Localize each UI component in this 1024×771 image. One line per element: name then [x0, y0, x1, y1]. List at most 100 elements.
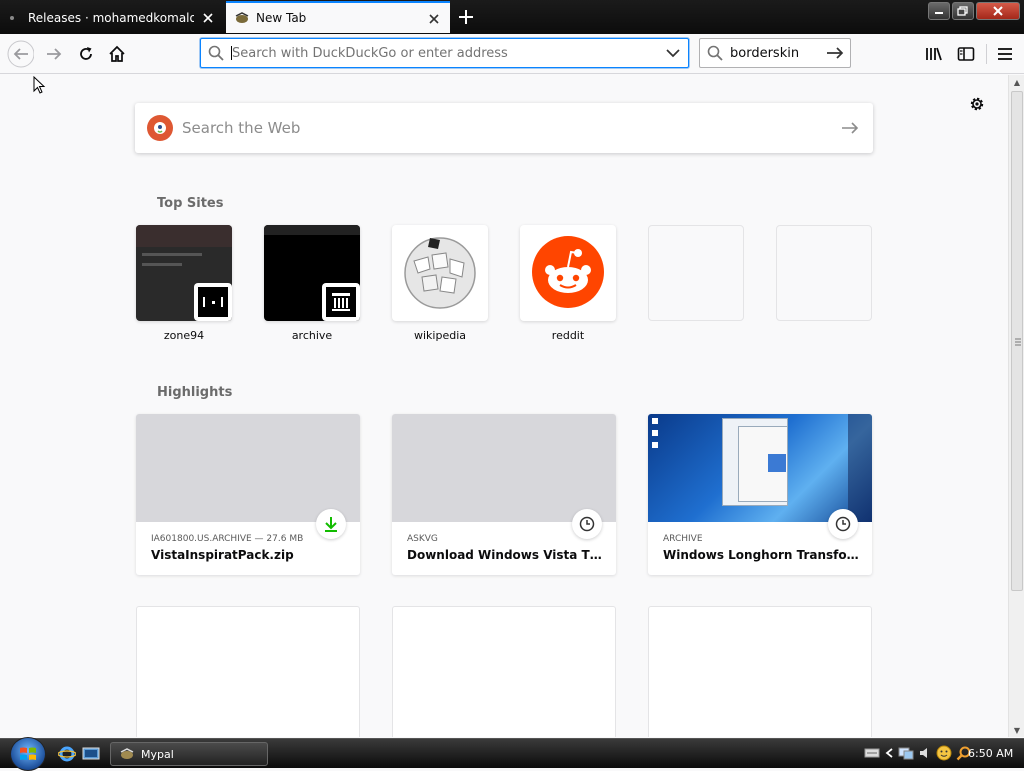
search-icon: [208, 45, 224, 61]
search-bar[interactable]: borderskin: [699, 38, 851, 68]
keyboard-icon[interactable]: [864, 747, 880, 759]
back-arrow-icon: [7, 40, 34, 68]
empty-highlight-slot: [392, 606, 616, 737]
windows-logo-icon: [20, 747, 36, 760]
highlight-source: ASKVG: [407, 534, 438, 544]
search-submit-arrow-icon[interactable]: [841, 121, 859, 135]
internet-explorer-icon[interactable]: [57, 746, 77, 762]
menu-button[interactable]: [991, 40, 1019, 68]
mypal-app-icon: [119, 746, 135, 762]
highlight-preview: [648, 414, 872, 522]
top-site-wikipedia[interactable]: wikipedia: [392, 225, 488, 342]
highlight-card[interactable]: ARCHIVE Windows Longhorn Transformat...: [648, 414, 872, 575]
new-tab-page: Search the Web Top Sites zone94 archive: [0, 75, 1008, 737]
tab-new-tab[interactable]: New Tab: [226, 1, 450, 33]
maximize-button[interactable]: [952, 2, 974, 20]
scroll-up-icon[interactable]: ▲: [1009, 75, 1024, 89]
close-icon: [993, 6, 1003, 16]
top-site-thumbnail: [520, 225, 616, 321]
empty-top-site-slot: [648, 225, 744, 321]
hamburger-menu-icon: [998, 48, 1012, 60]
top-site-label: wikipedia: [413, 329, 466, 342]
top-site-label: archive: [291, 329, 333, 342]
web-search-box[interactable]: Search the Web: [135, 103, 873, 153]
pong-site-icon: [194, 283, 232, 321]
back-button[interactable]: [6, 40, 34, 68]
top-site-empty[interactable]: [648, 225, 744, 321]
web-search-placeholder: Search the Web: [182, 119, 301, 137]
library-icon: [926, 47, 942, 61]
navigation-toolbar: Search with DuckDuckGo or enter address …: [0, 34, 1024, 74]
history-icon: [572, 509, 602, 539]
search-value: borderskin: [730, 45, 800, 61]
forward-button[interactable]: [40, 40, 68, 68]
highlights-heading: Highlights: [157, 385, 233, 400]
address-placeholder: Search with DuckDuckGo or enter address: [232, 45, 508, 61]
mypal-favicon-icon: [234, 10, 250, 26]
mouse-pointer-icon: [33, 76, 46, 94]
close-window-button[interactable]: [976, 2, 1020, 20]
tab-title: Releases · mohamedkomalo/Bordersk: [28, 11, 194, 25]
library-button[interactable]: [920, 40, 948, 68]
empty-highlight-slot: [136, 606, 360, 737]
archive-temple-icon: [322, 283, 360, 321]
chevron-down-icon[interactable]: [666, 48, 680, 58]
loading-dot-icon: [10, 16, 14, 20]
empty-highlight-slot: [648, 606, 872, 737]
start-button[interactable]: [10, 737, 46, 771]
reddit-alien-icon: [532, 236, 604, 308]
highlight-title: Download Windows Vista Them...: [407, 548, 603, 562]
top-site-label: reddit: [551, 329, 585, 342]
smiley-icon[interactable]: [936, 745, 952, 761]
highlight-preview: [136, 414, 360, 522]
plus-icon: [459, 10, 473, 24]
sidebar-icon: [957, 47, 975, 61]
new-tab-button[interactable]: [452, 4, 480, 30]
top-site-thumbnail: [136, 225, 232, 321]
top-site-label: zone94: [163, 329, 205, 342]
tab-releases[interactable]: Releases · mohamedkomalo/Bordersk: [0, 2, 224, 34]
tab-strip: Releases · mohamedkomalo/Bordersk New Ta…: [0, 0, 1024, 34]
top-site-archive[interactable]: archive: [264, 225, 360, 342]
reload-button[interactable]: [72, 40, 100, 68]
home-icon: [109, 45, 125, 62]
scroll-down-icon[interactable]: ▼: [1009, 723, 1024, 737]
download-icon: [316, 509, 346, 539]
network-icon[interactable]: [898, 746, 914, 760]
top-site-reddit[interactable]: reddit: [520, 225, 616, 342]
top-site-empty[interactable]: [776, 225, 872, 321]
volume-icon[interactable]: [918, 746, 932, 760]
close-tab-icon[interactable]: [200, 10, 216, 26]
go-arrow-icon[interactable]: [826, 46, 844, 60]
minimize-button[interactable]: [928, 2, 950, 20]
top-site-zone94[interactable]: zone94: [136, 225, 232, 342]
highlight-card[interactable]: ASKVG Download Windows Vista Them...: [392, 414, 616, 575]
highlight-card[interactable]: IA601800.US.ARCHIVE — 27.6 MB VistaInspi…: [136, 414, 360, 575]
address-bar[interactable]: Search with DuckDuckGo or enter address: [200, 38, 689, 68]
highlight-source: ARCHIVE: [663, 534, 703, 544]
highlight-title: VistaInspiratPack.zip: [151, 548, 294, 562]
show-desktop-icon[interactable]: [82, 746, 100, 762]
highlight-preview: [392, 414, 616, 522]
forward-arrow-icon: [47, 48, 62, 60]
top-site-thumbnail: [264, 225, 360, 321]
window-controls: [928, 2, 1020, 20]
chevron-left-icon[interactable]: [884, 747, 894, 759]
customize-button[interactable]: [966, 93, 988, 115]
restore-icon: [957, 6, 968, 16]
vertical-scrollbar[interactable]: ▲ ▼: [1008, 75, 1024, 737]
close-tab-icon[interactable]: [426, 11, 442, 27]
sidebar-button[interactable]: [952, 40, 980, 68]
taskbar-item-mypal[interactable]: Mypal: [110, 742, 268, 766]
gear-icon: [970, 97, 984, 111]
highlight-source: IA601800.US.ARCHIVE — 27.6 MB: [151, 534, 304, 544]
clock[interactable]: 6:50 AM: [968, 747, 1013, 760]
system-tray: [864, 745, 972, 761]
highlight-title: Windows Longhorn Transformat...: [663, 548, 859, 562]
search-icon: [707, 45, 723, 61]
tab-title: New Tab: [256, 11, 307, 25]
empty-top-site-slot: [776, 225, 872, 321]
scroll-thumb[interactable]: [1011, 91, 1023, 591]
grip-icon: [1015, 338, 1021, 346]
home-button[interactable]: [103, 40, 131, 68]
